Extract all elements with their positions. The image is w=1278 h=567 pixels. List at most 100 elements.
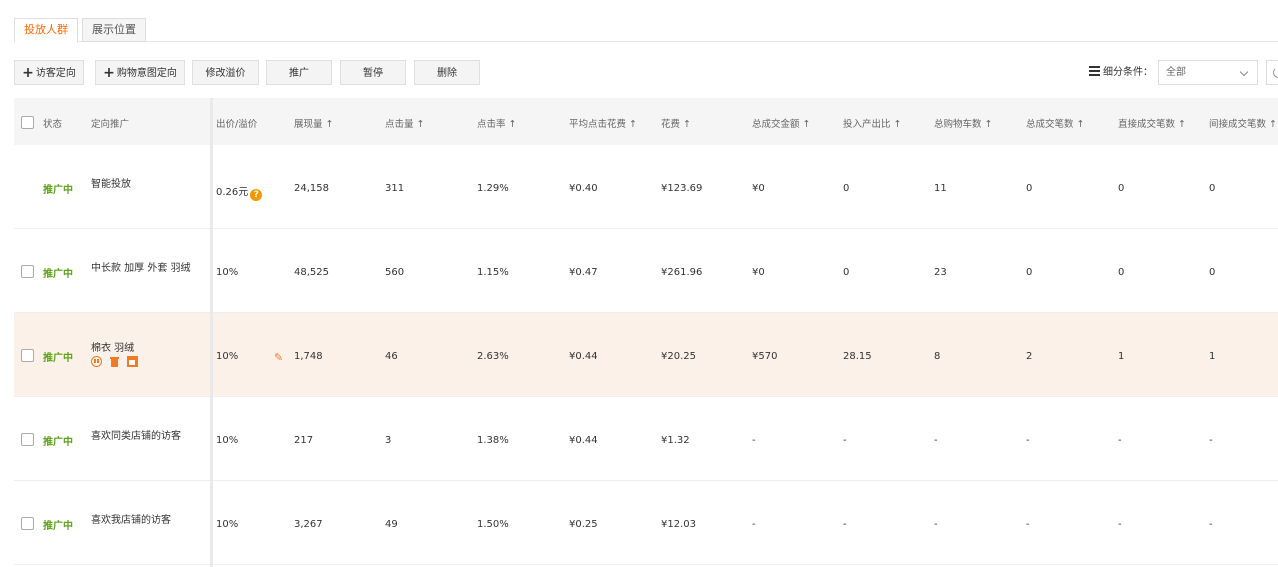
- header-cost[interactable]: 花费 ↑: [661, 116, 691, 130]
- add-visitor-label: 访客定向: [35, 68, 76, 79]
- orders-value: 2: [1026, 351, 1033, 362]
- cpc-value: ¥0.47: [569, 267, 598, 278]
- tab-bar: 投放人群 展示位置: [14, 18, 1278, 43]
- orders-value: -: [1026, 519, 1030, 530]
- orders-value: -: [1026, 435, 1030, 446]
- cpc-value: ¥0.44: [569, 435, 598, 446]
- header-clicks[interactable]: 点击量 ↑: [385, 116, 424, 130]
- ctr-value: 1.38%: [477, 435, 509, 446]
- header-ctr[interactable]: 点击率 ↑: [477, 116, 516, 130]
- target-name: 喜欢同类店铺的访客: [91, 431, 181, 442]
- status-badge: 推广中: [43, 353, 73, 364]
- add-visitor-targeting-button[interactable]: + 访客定向: [14, 60, 84, 85]
- indirect-orders-value: -: [1209, 519, 1213, 530]
- clicks-value: 311: [385, 183, 405, 194]
- bid-text: 0.26元: [216, 187, 249, 198]
- row-actions: [91, 356, 145, 368]
- indirect-orders-value: -: [1209, 435, 1213, 446]
- ctr-value: 1.29%: [477, 183, 509, 194]
- trash-icon[interactable]: [109, 356, 120, 367]
- row-checkbox[interactable]: [21, 265, 34, 278]
- select-all-checkbox[interactable]: [21, 116, 34, 129]
- target-name: 智能投放: [91, 179, 131, 190]
- impressions-value: 217: [294, 435, 314, 446]
- pause-icon[interactable]: [91, 356, 102, 367]
- table-header: 状态 定向推广 出价/溢价 展现量 ↑ 点击量 ↑ 点击率 ↑ 平均点击花费 ↑…: [14, 98, 1278, 145]
- gmv-value: ¥570: [752, 351, 778, 362]
- filter-value: 全部: [1166, 67, 1186, 78]
- direct-orders-value: 0: [1118, 267, 1125, 278]
- table-row: 推广中 棉衣 羽绒 10% ✎ 1,748 46 2.63% ¥0.44 ¥20…: [14, 313, 1278, 397]
- filter-select[interactable]: 全部: [1158, 60, 1258, 85]
- roi-value: -: [843, 435, 847, 446]
- refresh-button[interactable]: [1266, 60, 1278, 85]
- orders-value: 0: [1026, 183, 1033, 194]
- ctr-value: 1.15%: [477, 267, 509, 278]
- carts-value: -: [934, 435, 938, 446]
- pencil-icon[interactable]: ✎: [274, 351, 283, 364]
- row-checkbox[interactable]: [21, 433, 34, 446]
- carts-value: 23: [934, 267, 947, 278]
- impressions-value: 48,525: [294, 267, 329, 278]
- modify-premium-button[interactable]: 修改溢价: [192, 60, 259, 85]
- header-status: 状态: [43, 119, 63, 130]
- header-impressions[interactable]: 展现量 ↑: [294, 116, 333, 130]
- header-gmv[interactable]: 总成交金额 ↑: [752, 116, 810, 130]
- status-badge: 推广中: [43, 437, 73, 448]
- carts-value: 11: [934, 183, 947, 194]
- gmv-value: ¥0: [752, 183, 765, 194]
- header-cpc[interactable]: 平均点击花费 ↑: [569, 116, 637, 130]
- header-orders[interactable]: 总成交笔数 ↑: [1026, 116, 1084, 130]
- header-bid: 出价/溢价: [216, 119, 258, 130]
- cost-value: ¥20.25: [661, 351, 696, 362]
- table-row: 推广中 喜欢同类店铺的访客 10% 217 3 1.38% ¥0.44 ¥1.3…: [14, 397, 1278, 481]
- header-roi[interactable]: 投入产出比 ↑: [843, 116, 901, 130]
- direct-orders-value: 0: [1118, 183, 1125, 194]
- cost-value: ¥1.32: [661, 435, 690, 446]
- status-badge: 推广中: [43, 185, 73, 196]
- target-name: 喜欢我店铺的访客: [91, 515, 171, 526]
- delete-button[interactable]: 删除: [414, 60, 480, 85]
- row-checkbox[interactable]: [21, 349, 34, 362]
- bid-value: 10%: [216, 267, 239, 278]
- report-icon[interactable]: [127, 356, 138, 367]
- direct-orders-value: 1: [1118, 351, 1125, 362]
- impressions-value: 1,748: [294, 351, 323, 362]
- table-row: 推广中 智能投放 0.26元? 24,158 311 1.29% ¥0.40 ¥…: [14, 145, 1278, 229]
- header-target: 定向推广: [91, 119, 130, 130]
- orders-value: 0: [1026, 267, 1033, 278]
- impressions-value: 3,267: [294, 519, 323, 530]
- header-carts[interactable]: 总购物车数 ↑: [934, 116, 992, 130]
- header-indirect[interactable]: 间接成交笔数 ↑: [1209, 116, 1277, 130]
- pause-button[interactable]: 暂停: [340, 60, 406, 85]
- plus-icon: +: [103, 65, 115, 81]
- indirect-orders-value: 1: [1209, 351, 1216, 362]
- roi-value: -: [843, 519, 847, 530]
- promote-button[interactable]: 推广: [266, 60, 332, 85]
- table-row: 推广中 喜欢我店铺的访客 10% 3,267 49 1.50% ¥0.25 ¥1…: [14, 481, 1278, 565]
- chevron-down-icon: [1239, 67, 1249, 77]
- tab-target-audience[interactable]: 投放人群: [14, 18, 78, 43]
- gmv-value: -: [752, 435, 756, 446]
- target-name: 中长款 加厚 外套 羽绒: [91, 263, 191, 274]
- frozen-column-divider: [210, 98, 213, 567]
- filter-label: 细分条件：: [1103, 67, 1153, 78]
- header-direct[interactable]: 直接成交笔数 ↑: [1118, 116, 1186, 130]
- cpc-value: ¥0.25: [569, 519, 598, 530]
- roi-value: 28.15: [843, 351, 872, 362]
- help-icon[interactable]: ?: [250, 189, 263, 201]
- cpc-value: ¥0.44: [569, 351, 598, 362]
- cost-value: ¥123.69: [661, 183, 703, 194]
- tab-display-position[interactable]: 展示位置: [82, 18, 146, 42]
- target-name: 棉衣 羽绒: [91, 343, 135, 354]
- refresh-icon: [1273, 67, 1278, 78]
- status-badge: 推广中: [43, 521, 73, 532]
- cost-value: ¥261.96: [661, 267, 703, 278]
- clicks-value: 49: [385, 519, 398, 530]
- add-cart-intent-button[interactable]: + 购物意图定向: [95, 60, 185, 85]
- table-row: 推广中 中长款 加厚 外套 羽绒 10% 48,525 560 1.15% ¥0…: [14, 229, 1278, 313]
- row-checkbox[interactable]: [21, 517, 34, 530]
- add-cart-label: 购物意图定向: [116, 68, 177, 79]
- ctr-value: 1.50%: [477, 519, 509, 530]
- status-badge: 推广中: [43, 269, 73, 280]
